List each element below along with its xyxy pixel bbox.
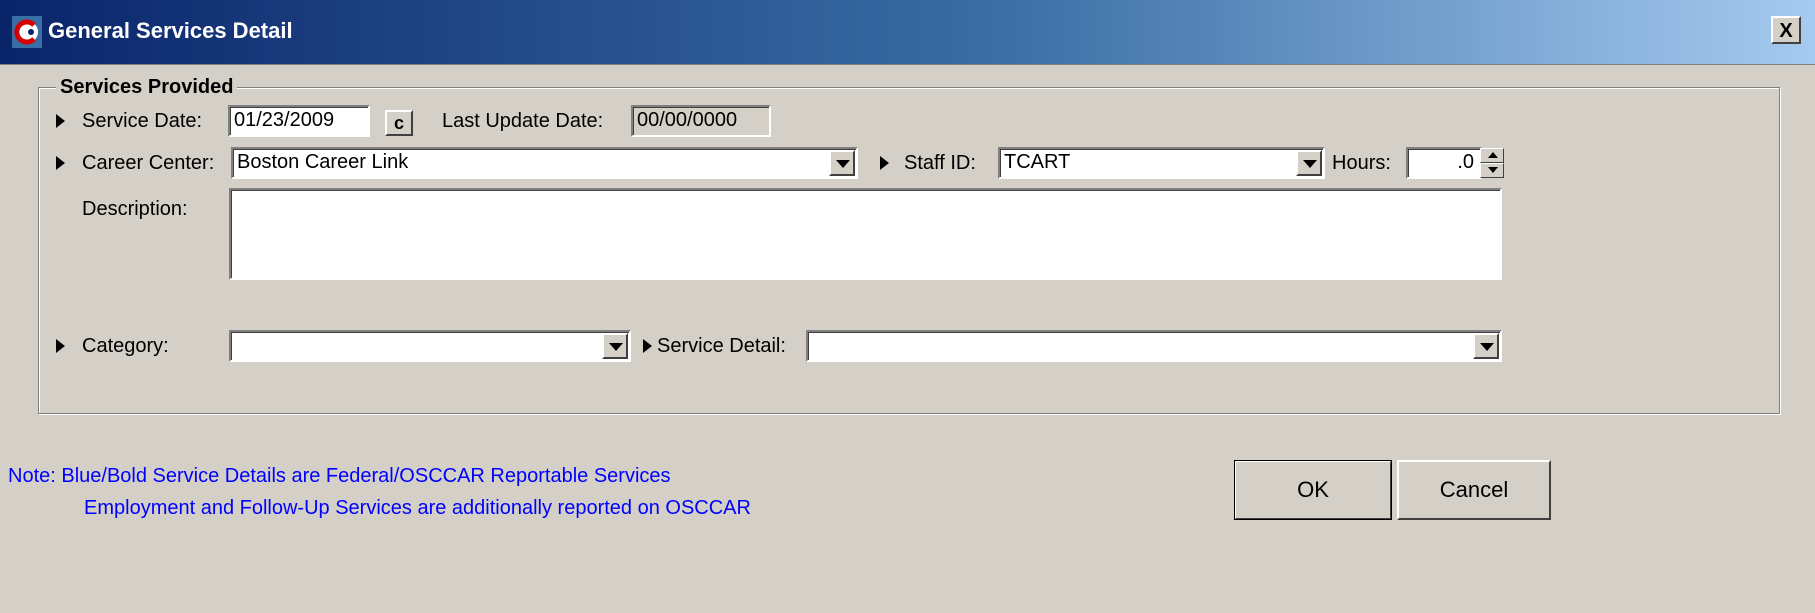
service-detail-dropdown-icon[interactable] [1473,333,1499,359]
ok-button[interactable]: OK [1234,460,1392,520]
staff-id-label: Staff ID: [904,152,976,174]
career-center-label: Career Center: [82,152,215,174]
title-bar: General Services Detail X [0,0,1815,65]
close-button[interactable]: X [1771,16,1801,44]
required-arrow-icon [56,156,65,170]
calendar-button[interactable]: c [385,110,413,136]
service-detail-label: Service Detail: [657,335,786,357]
required-arrow-icon [880,156,889,170]
category-dropdown-icon[interactable] [602,333,628,359]
description-textarea[interactable] [229,188,1502,280]
category-label: Category: [82,335,169,357]
description-label: Description: [82,198,188,220]
group-legend: Services Provided [56,74,238,100]
spin-down-icon[interactable] [1480,163,1504,178]
app-icon [12,16,42,48]
cancel-button[interactable]: Cancel [1397,460,1551,520]
career-center-select[interactable]: Boston Career Link [231,147,858,179]
staff-id-value: TCART [1004,151,1071,173]
required-arrow-icon [643,339,652,353]
spin-up-icon[interactable] [1480,148,1504,163]
window-title: General Services Detail [48,18,293,43]
note-line-2: Employment and Follow-Up Services are ad… [84,497,751,519]
last-update-date-label: Last Update Date: [442,110,604,132]
staff-id-dropdown-icon[interactable] [1296,150,1322,176]
required-arrow-icon [56,339,65,353]
category-select[interactable] [229,330,631,362]
service-detail-select[interactable] [806,330,1502,362]
service-date-label: Service Date: [82,110,203,132]
career-center-value: Boston Career Link [237,151,409,173]
hours-field[interactable]: .0 [1406,147,1482,179]
note-line-1: Note: Blue/Bold Service Details are Fede… [8,465,671,487]
staff-id-select[interactable]: TCART [998,147,1325,179]
career-center-dropdown-icon[interactable] [829,150,855,176]
hours-label: Hours: [1332,152,1391,174]
last-update-date-field: 00/00/0000 [631,105,771,137]
hours-spinner[interactable] [1480,148,1504,178]
required-arrow-icon [56,114,65,128]
service-date-field[interactable]: 01/23/2009 [228,105,370,137]
